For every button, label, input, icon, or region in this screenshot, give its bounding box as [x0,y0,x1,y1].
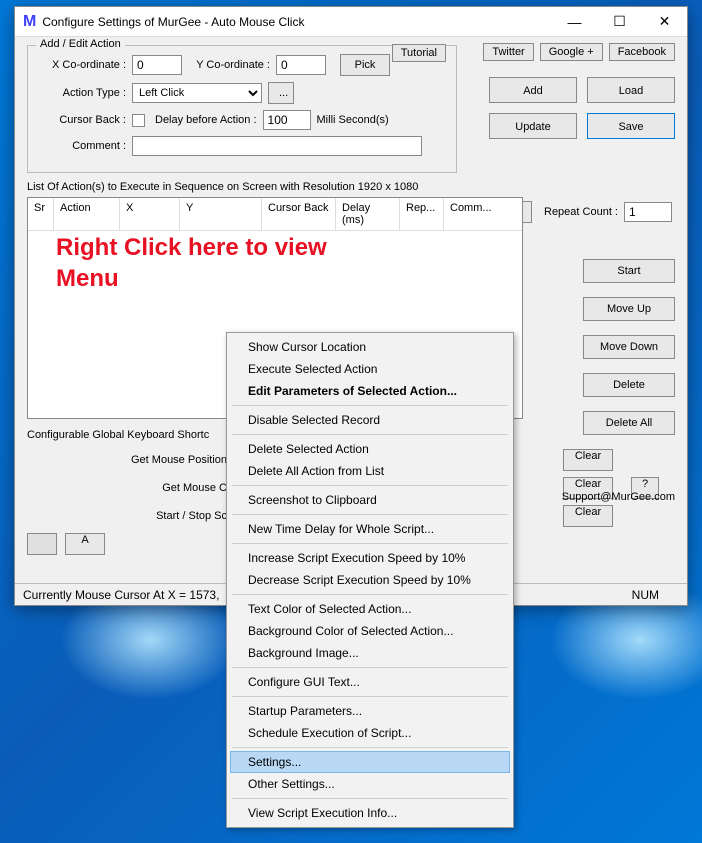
delete-all-button[interactable]: Delete All [583,411,675,435]
col-y[interactable]: Y [180,198,262,230]
menu-increase-speed[interactable]: Increase Script Execution Speed by 10% [230,547,510,569]
col-delay[interactable]: Delay (ms) [336,198,400,230]
group-title: Add / Edit Action [36,38,125,50]
x-coord-label: X Co-ordinate : [38,59,126,71]
menu-bg-image[interactable]: Background Image... [230,642,510,664]
col-action[interactable]: Action [54,198,120,230]
context-menu: Show Cursor Location Execute Selected Ac… [226,332,514,828]
menu-separator [232,594,508,595]
menu-separator [232,514,508,515]
menu-new-delay[interactable]: New Time Delay for Whole Script... [230,518,510,540]
delay-unit: Milli Second(s) [317,114,389,126]
menu-separator [232,747,508,748]
menu-screenshot[interactable]: Screenshot to Clipboard [230,489,510,511]
clear-button-3[interactable]: Clear [563,505,613,527]
menu-separator [232,798,508,799]
col-comment[interactable]: Comm... [444,198,522,230]
kb-mouse-pos-label: Get Mouse Position [27,454,227,466]
menu-delete-selected[interactable]: Delete Selected Action [230,438,510,460]
action-type-select[interactable]: Left Click [132,83,262,103]
menu-decrease-speed[interactable]: Decrease Script Execution Speed by 10% [230,569,510,591]
menu-show-cursor[interactable]: Show Cursor Location [230,336,510,358]
app-icon: M [23,13,36,31]
window-title: Configure Settings of MurGee - Auto Mous… [42,15,552,29]
action-type-label: Action Type : [38,87,126,99]
titlebar[interactable]: M Configure Settings of MurGee - Auto Mo… [15,7,687,37]
add-edit-group: Add / Edit Action Tutorial X Co-ordinate… [27,45,457,173]
kb-start-stop-label: Start / Stop Sc [27,510,227,522]
repeat-input[interactable] [624,202,672,222]
pick-button[interactable]: Pick [340,54,390,76]
load-button[interactable]: Load [587,77,675,103]
col-sr[interactable]: Sr [28,198,54,230]
menu-separator [232,405,508,406]
menu-gui-text[interactable]: Configure GUI Text... [230,671,510,693]
arrow-button[interactable] [27,533,57,555]
menu-other-settings[interactable]: Other Settings... [230,773,510,795]
comment-input[interactable] [132,136,422,156]
close-button[interactable]: ✕ [642,7,687,37]
delete-button[interactable]: Delete [583,373,675,397]
menu-disable-record[interactable]: Disable Selected Record [230,409,510,431]
delay-label: Delay before Action : [155,114,257,126]
col-cursor-back[interactable]: Cursor Back [262,198,336,230]
status-text: Currently Mouse Cursor At X = 1573, [23,588,219,602]
action-list-label: List Of Action(s) to Execute in Sequence… [27,181,675,193]
annotation-text: Right Click here to viewMenu [56,232,327,294]
facebook-link[interactable]: Facebook [609,43,675,61]
action-type-more-button[interactable]: ... [268,82,294,104]
menu-bg-color[interactable]: Background Color of Selected Action... [230,620,510,642]
move-up-button[interactable]: Move Up [583,297,675,321]
y-coord-label: Y Co-ordinate : [188,59,270,71]
menu-startup[interactable]: Startup Parameters... [230,700,510,722]
google-link[interactable]: Google + [540,43,603,61]
x-coord-input[interactable] [132,55,182,75]
col-x[interactable]: X [120,198,180,230]
y-coord-input[interactable] [276,55,326,75]
add-button[interactable]: Add [489,77,577,103]
support-email: Support@MurGee.com [562,491,675,503]
menu-schedule[interactable]: Schedule Execution of Script... [230,722,510,744]
col-repeat[interactable]: Rep... [400,198,444,230]
menu-view-info[interactable]: View Script Execution Info... [230,802,510,824]
minimize-button[interactable]: — [552,7,597,37]
start-button[interactable]: Start [583,259,675,283]
move-down-button[interactable]: Move Down [583,335,675,359]
kb-mouse-click-label: Get Mouse C [27,482,227,494]
menu-separator [232,543,508,544]
a-button[interactable]: A [65,533,105,555]
menu-text-color[interactable]: Text Color of Selected Action... [230,598,510,620]
menu-execute-selected[interactable]: Execute Selected Action [230,358,510,380]
status-num: NUM [632,588,659,602]
clear-button-1[interactable]: Clear [563,449,613,471]
comment-label: Comment : [38,140,126,152]
repeat-label: Repeat Count : [544,206,618,218]
tutorial-button[interactable]: Tutorial [392,44,446,62]
delay-input[interactable] [263,110,311,130]
menu-separator [232,485,508,486]
maximize-button[interactable]: ☐ [597,7,642,37]
menu-edit-parameters[interactable]: Edit Parameters of Selected Action... [230,380,510,402]
save-button[interactable]: Save [587,113,675,139]
menu-separator [232,667,508,668]
update-button[interactable]: Update [489,113,577,139]
table-header: Sr Action X Y Cursor Back Delay (ms) Rep… [28,198,522,231]
cursor-back-label: Cursor Back : [38,114,126,126]
menu-delete-all[interactable]: Delete All Action from List [230,460,510,482]
cursor-back-checkbox[interactable] [132,114,145,127]
menu-settings[interactable]: Settings... [230,751,510,773]
twitter-link[interactable]: Twitter [483,43,533,61]
menu-separator [232,434,508,435]
menu-separator [232,696,508,697]
